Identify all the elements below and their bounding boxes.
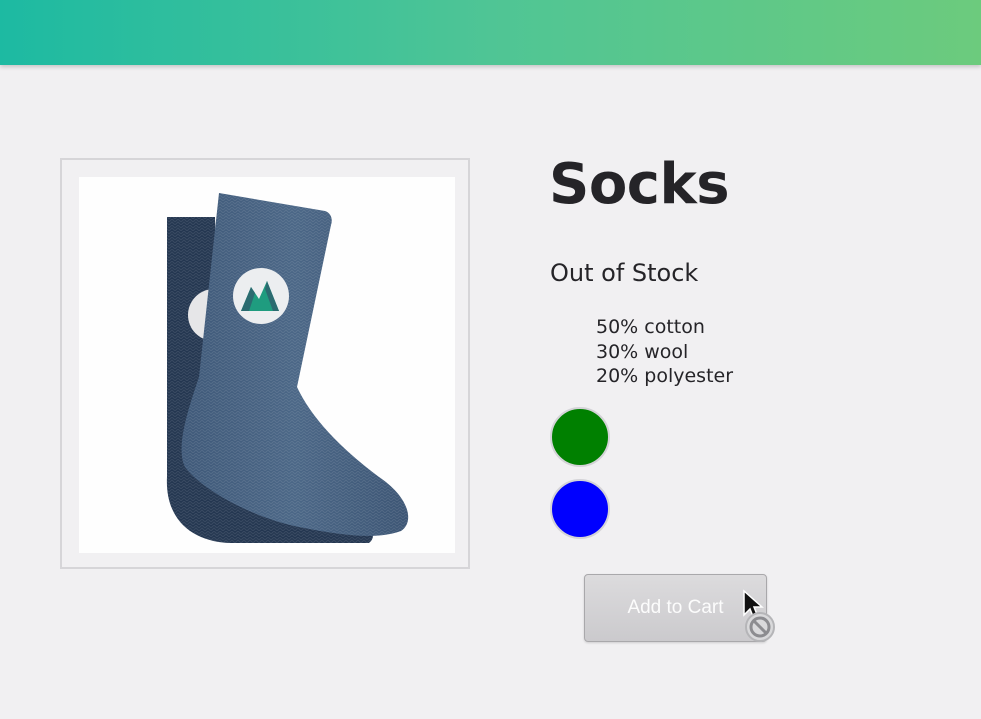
top-navigation-bar: [0, 0, 981, 65]
add-to-cart-button[interactable]: Add to Cart: [584, 574, 767, 642]
product-title: Socks: [549, 152, 730, 217]
detail-item: 20% polyester: [596, 365, 734, 387]
product-image-frame: [60, 158, 470, 569]
detail-item: 30% wool: [596, 340, 689, 363]
detail-item: 50% cotton: [596, 316, 705, 338]
stock-status: Out of Stock: [550, 259, 699, 287]
mountain-logo-icon: [233, 268, 289, 324]
sock-image-icon: [166, 193, 409, 543]
color-swatch-blue[interactable]: [550, 479, 610, 539]
color-swatch-green[interactable]: [550, 407, 610, 467]
product-details-list: 50% cotton 30% wool 20% polyester: [596, 315, 733, 389]
product-image: [79, 177, 455, 553]
